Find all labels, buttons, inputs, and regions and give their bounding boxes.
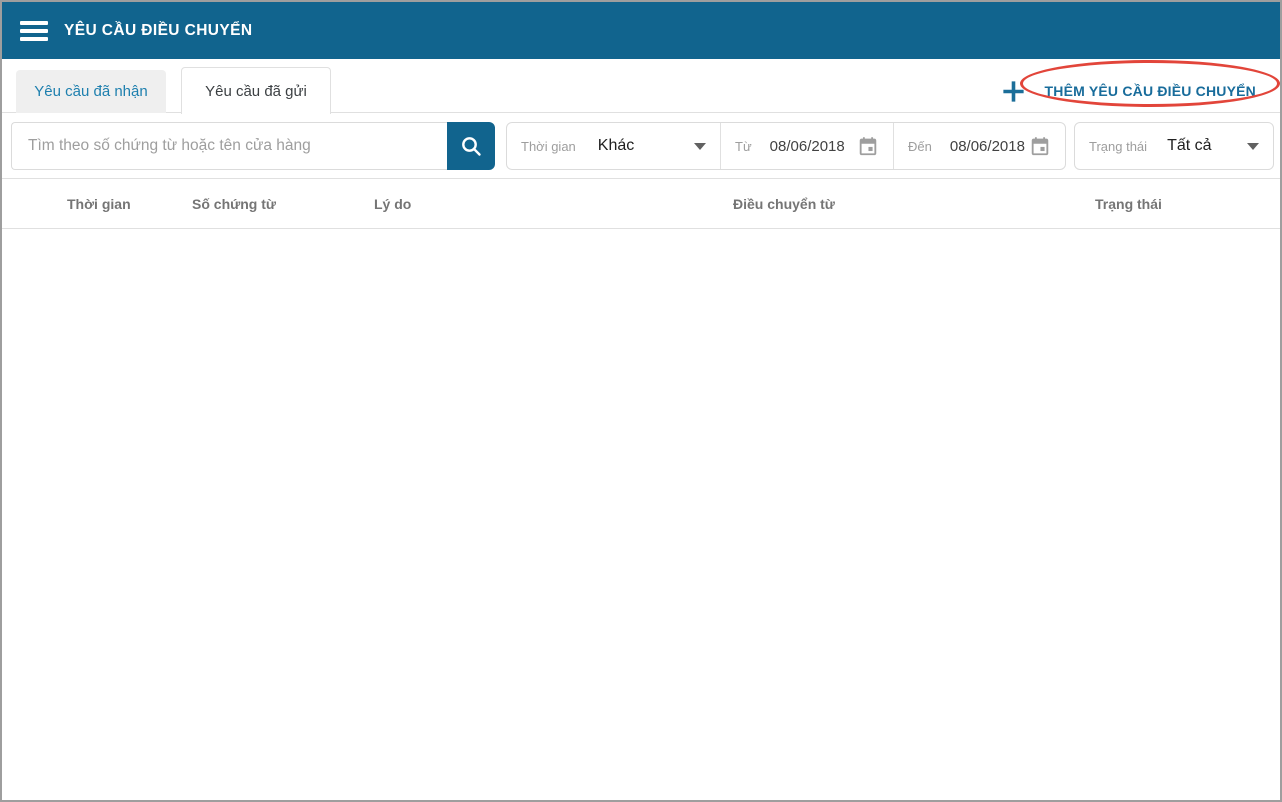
calendar-icon[interactable] <box>857 135 879 157</box>
column-header-document: Số chứng từ <box>192 195 277 212</box>
search-input[interactable] <box>28 137 431 155</box>
date-from-field[interactable]: Từ 08/06/2018 <box>720 123 893 169</box>
plus-icon <box>1000 78 1027 105</box>
filter-row: Thời gian Khác Từ 08/06/2018 Đến 08/06/2… <box>2 113 1280 179</box>
tab-received-requests[interactable]: Yêu cầu đã nhận <box>16 70 166 113</box>
tab-bar: Yêu cầu đã nhận Yêu cầu đã gửi THÊM YÊU … <box>2 59 1280 114</box>
search-box <box>11 122 447 170</box>
table-body-empty <box>2 229 1280 799</box>
date-from-value: 08/06/2018 <box>769 137 845 155</box>
date-filter-group: Thời gian Khác Từ 08/06/2018 Đến 08/06/2… <box>506 122 1066 170</box>
app-bar: YÊU CẦU ĐIỀU CHUYỂN <box>2 2 1280 59</box>
chevron-down-icon <box>1247 142 1259 150</box>
column-header-status: Trạng thái <box>1095 195 1162 212</box>
status-filter-value: Tất cả <box>1167 137 1212 154</box>
transfer-request-page: YÊU CẦU ĐIỀU CHUYỂN Yêu cầu đã nhận Yêu … <box>0 0 1282 802</box>
date-to-label: Đến <box>908 138 932 154</box>
column-header-transfer-from: Điều chuyển từ <box>733 195 835 212</box>
time-filter-value: Khác <box>597 137 635 154</box>
date-to-value: 08/06/2018 <box>949 137 1025 155</box>
tab-sent-requests[interactable]: Yêu cầu đã gửi <box>181 67 331 114</box>
add-button-label: THÊM YÊU CẦU ĐIỀU CHUYỂN <box>1044 83 1256 99</box>
time-filter-label: Thời gian <box>521 138 576 154</box>
menu-icon[interactable] <box>20 20 48 41</box>
add-transfer-request-button[interactable]: THÊM YÊU CẦU ĐIỀU CHUYỂN <box>992 74 1264 108</box>
column-header-time: Thời gian <box>67 195 131 212</box>
tab-received-label: Yêu cầu đã nhận <box>34 83 148 100</box>
table-header-row: Thời gian Số chứng từ Lý do Điều chuyển … <box>2 179 1280 229</box>
search-button[interactable] <box>447 122 495 170</box>
page-title: YÊU CẦU ĐIỀU CHUYỂN <box>64 21 253 39</box>
tab-sent-label: Yêu cầu đã gửi <box>205 82 307 100</box>
status-filter-dropdown[interactable]: Trạng thái Tất cả <box>1074 122 1274 170</box>
calendar-icon[interactable] <box>1029 135 1051 157</box>
time-filter-dropdown[interactable]: Thời gian Khác <box>507 123 720 169</box>
date-from-label: Từ <box>735 138 752 154</box>
chevron-down-icon <box>694 142 706 150</box>
status-filter-label: Trạng thái <box>1089 138 1148 154</box>
column-header-reason: Lý do <box>374 195 412 212</box>
search-icon <box>459 134 483 158</box>
date-to-field[interactable]: Đến 08/06/2018 <box>893 123 1065 169</box>
